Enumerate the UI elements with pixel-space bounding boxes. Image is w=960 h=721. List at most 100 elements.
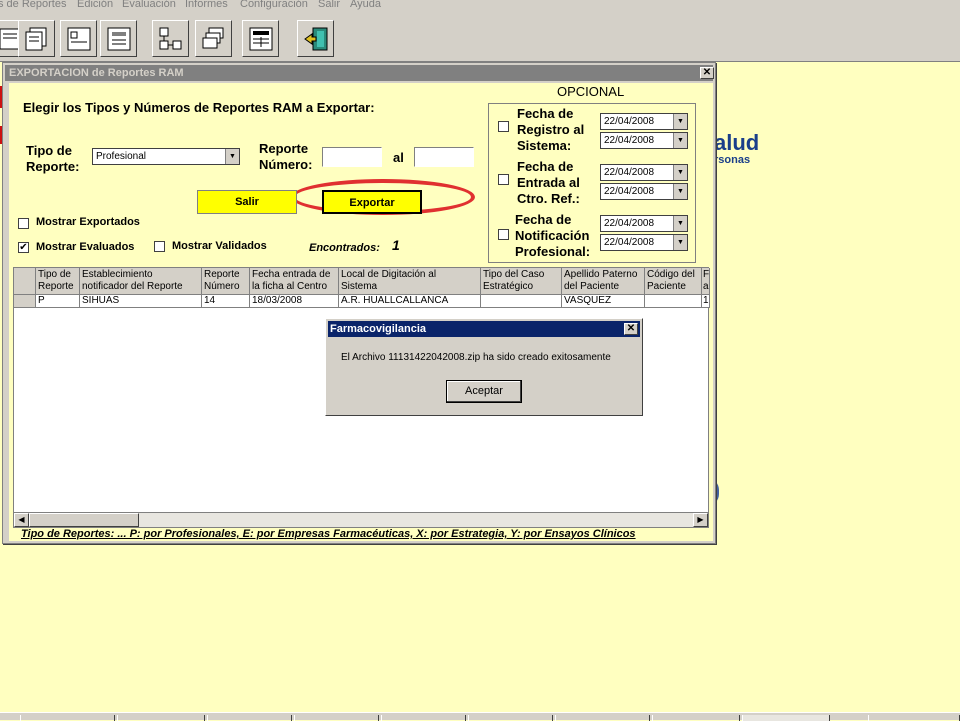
- grid-icon: [249, 27, 273, 51]
- fecha-registro-from-value: 22/04/2008: [604, 116, 655, 127]
- toolbar-button-7[interactable]: [242, 20, 279, 57]
- taskbar-item[interactable]: [555, 715, 650, 721]
- window-close-button[interactable]: ✕: [700, 67, 714, 79]
- chevron-down-icon[interactable]: ▼: [673, 114, 687, 129]
- reporte-to-input[interactable]: [414, 147, 474, 167]
- tipo-label-1: Tipo de: [26, 143, 72, 158]
- menu-item-salir[interactable]: Salir: [318, 0, 340, 10]
- tipo-reporte-select[interactable]: Profesional ▼: [92, 148, 240, 165]
- scrollbar-thumb[interactable]: [29, 513, 139, 527]
- tipo-label-2: Reporte:: [26, 159, 80, 174]
- encontrados-count: 1: [392, 237, 400, 253]
- chevron-down-icon[interactable]: ▼: [225, 149, 239, 164]
- fecha-registro-from-select[interactable]: 22/04/2008 ▼: [600, 113, 688, 130]
- mostrar-validados-label: Mostrar Validados: [172, 240, 267, 252]
- taskbar-item[interactable]: [207, 715, 292, 721]
- fecha-registro-label-3: Sistema:: [517, 138, 572, 153]
- taskbar-item-active[interactable]: [742, 715, 830, 721]
- column-header[interactable]: Fa: [702, 268, 710, 295]
- table-horizontal-scrollbar[interactable]: ◀ ▶: [13, 512, 709, 528]
- fecha-notificacion-to-select[interactable]: 22/04/2008 ▼: [600, 234, 688, 251]
- fecha-entrada-from-select[interactable]: 22/04/2008 ▼: [600, 164, 688, 181]
- aceptar-button[interactable]: Aceptar: [446, 380, 522, 403]
- taskbar-item[interactable]: [652, 715, 740, 721]
- toolbar-button-5[interactable]: [152, 20, 189, 57]
- column-header[interactable]: Tipo del Caso Estratégico: [481, 268, 562, 295]
- mostrar-exportados-checkbox[interactable]: [18, 218, 29, 229]
- mostrar-evaluados-label: Mostrar Evaluados: [36, 241, 135, 253]
- export-window: EXPORTACION de Reportes RAM ✕ Elegir los…: [2, 62, 716, 544]
- exit-door-icon: [304, 27, 328, 51]
- chevron-down-icon[interactable]: ▼: [673, 216, 687, 231]
- fecha-registro-to-select[interactable]: 22/04/2008 ▼: [600, 132, 688, 149]
- column-header[interactable]: Reporte Número: [202, 268, 250, 295]
- toolbar-button-2[interactable]: [18, 20, 55, 57]
- fecha-notificacion-label-1: Fecha de: [515, 212, 572, 227]
- window-title: EXPORTACION de Reportes RAM: [5, 65, 713, 81]
- column-header[interactable]: Local de Digitación al Sistema: [339, 268, 481, 295]
- taskbar-item[interactable]: [468, 715, 553, 721]
- documents-icon: [25, 27, 47, 51]
- table-cell[interactable]: 18/03/2008: [250, 295, 339, 308]
- table-cell[interactable]: P: [36, 295, 80, 308]
- dialog-close-button[interactable]: ✕: [624, 323, 638, 335]
- menu-item-evaluacion[interactable]: Evaluación: [122, 0, 176, 10]
- taskbar: [0, 712, 960, 721]
- taskbar-item[interactable]: [381, 715, 466, 721]
- scroll-right-icon[interactable]: ▶: [693, 513, 708, 527]
- exit-toolbar-button[interactable]: [297, 20, 334, 57]
- scroll-left-icon[interactable]: ◀: [14, 513, 29, 527]
- column-header[interactable]: Apellido Paterno del Paciente: [562, 268, 645, 295]
- toolbar-button-4[interactable]: [100, 20, 137, 57]
- menu-item-configuracion[interactable]: Configuración: [240, 0, 308, 10]
- table-cell[interactable]: VASQUEZ: [562, 295, 645, 308]
- background-logo: alud: [714, 130, 760, 155]
- mostrar-validados-checkbox[interactable]: [154, 241, 165, 252]
- menu-bar: s de Reportes Edición Evaluación Informe…: [0, 0, 960, 14]
- column-header[interactable]: Fecha entrada de la ficha al Centro: [250, 268, 339, 295]
- menu-item-reportes[interactable]: s de Reportes: [0, 0, 66, 10]
- fecha-entrada-from-value: 22/04/2008: [604, 167, 655, 178]
- taskbar-item[interactable]: [117, 715, 205, 721]
- table-cell[interactable]: 14: [202, 295, 250, 308]
- exportar-button[interactable]: Exportar: [322, 190, 422, 214]
- table-cell[interactable]: A.R. HUALLCALLANCA: [339, 295, 481, 308]
- reporte-label-2: Número:: [259, 157, 313, 172]
- table-cell[interactable]: SIHUAS: [80, 295, 202, 308]
- column-header[interactable]: Tipo de Reporte: [36, 268, 80, 295]
- menu-item-informes[interactable]: Informes: [185, 0, 228, 10]
- fecha-notificacion-label-2: Notificación: [515, 228, 590, 243]
- column-header[interactable]: Código del Paciente: [645, 268, 702, 295]
- taskbar-item[interactable]: [294, 715, 379, 721]
- menu-item-edicion[interactable]: Edición: [77, 0, 113, 10]
- fecha-entrada-label-1: Fecha de: [517, 159, 574, 174]
- chevron-down-icon[interactable]: ▼: [673, 165, 687, 180]
- fecha-registro-checkbox[interactable]: [498, 121, 509, 132]
- background-logo-sub: rsonas: [714, 154, 751, 166]
- fecha-entrada-checkbox[interactable]: [498, 174, 509, 185]
- fecha-notificacion-from-select[interactable]: 22/04/2008 ▼: [600, 215, 688, 232]
- export-panel: Elegir los Tipos y Números de Reportes R…: [9, 83, 713, 541]
- table-cell[interactable]: 1: [702, 295, 710, 308]
- column-header[interactable]: Establecimiento notificador del Reporte: [80, 268, 202, 295]
- fecha-entrada-to-select[interactable]: 22/04/2008 ▼: [600, 183, 688, 200]
- row-selector[interactable]: [14, 295, 36, 308]
- table-cell[interactable]: [481, 295, 562, 308]
- chevron-down-icon[interactable]: ▼: [673, 133, 687, 148]
- dialog-message: El Archivo 11131422042008.zip ha sido cr…: [341, 352, 611, 363]
- reporte-label-1: Reporte: [259, 141, 309, 156]
- toolbar-button-6[interactable]: [195, 20, 232, 57]
- stack-icon: [202, 27, 224, 49]
- table-cell[interactable]: [645, 295, 702, 308]
- reporte-from-input[interactable]: [322, 147, 382, 167]
- taskbar-item[interactable]: [20, 715, 115, 721]
- close-icon: ✕: [626, 323, 636, 334]
- toolbar-button-3[interactable]: [60, 20, 97, 57]
- fecha-registro-label-2: Registro al: [517, 122, 585, 137]
- menu-item-ayuda[interactable]: Ayuda: [350, 0, 381, 10]
- mostrar-evaluados-checkbox[interactable]: ✔: [18, 242, 29, 253]
- fecha-notificacion-checkbox[interactable]: [498, 229, 509, 240]
- salir-button[interactable]: Salir: [197, 190, 297, 214]
- chevron-down-icon[interactable]: ▼: [673, 235, 687, 250]
- chevron-down-icon[interactable]: ▼: [673, 184, 687, 199]
